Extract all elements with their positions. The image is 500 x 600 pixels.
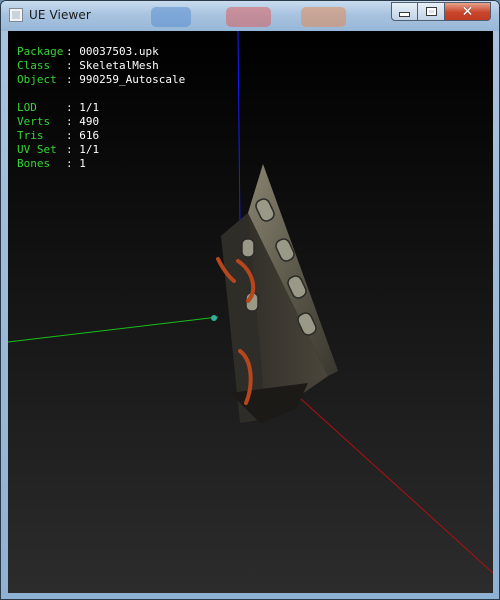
mesh-model	[211, 164, 338, 423]
info-row: Package: 00037503.upk	[17, 45, 185, 59]
info-value: 990259_Autoscale	[79, 73, 186, 86]
info-row: Tris: 616	[17, 129, 185, 143]
mesh-info-panel: Package: 00037503.upk Class: SkeletalMesh…	[17, 45, 185, 171]
maximize-icon	[426, 8, 436, 15]
close-icon: ✕	[461, 3, 474, 20]
background-window-blur	[226, 7, 271, 27]
maximize-button[interactable]	[418, 2, 445, 21]
info-separator: :	[66, 59, 73, 72]
info-separator: :	[66, 129, 73, 142]
window-title: UE Viewer	[29, 8, 91, 22]
info-label: Bones	[17, 157, 51, 170]
info-value: 1/1	[79, 101, 100, 114]
info-label: Object	[17, 73, 57, 86]
info-row: Bones: 1	[17, 157, 185, 171]
info-label: UV Set	[17, 143, 57, 156]
info-separator: :	[66, 157, 73, 170]
info-row: Object: 990259_Autoscale	[17, 73, 185, 87]
info-row: LOD: 1/1	[17, 101, 185, 115]
info-value: 00037503.upk	[79, 45, 159, 58]
info-label: Class	[17, 59, 51, 72]
background-window-blur	[151, 7, 191, 27]
axis-y-line	[8, 316, 219, 343]
info-label: Verts	[17, 115, 51, 128]
info-label: Tris	[17, 129, 44, 142]
app-window: UE Viewer ✕ Package: 00037503.upk Class…	[0, 0, 500, 600]
info-separator: :	[66, 143, 73, 156]
info-value: 616	[79, 129, 100, 142]
info-separator: :	[66, 115, 73, 128]
3d-viewport[interactable]: Package: 00037503.upk Class: SkeletalMesh…	[8, 31, 493, 593]
info-row: Class: SkeletalMesh	[17, 59, 185, 73]
axis-z-line	[237, 31, 241, 232]
info-label: Package	[17, 45, 64, 58]
axis-x-line	[289, 388, 493, 574]
app-icon[interactable]	[9, 8, 23, 22]
info-row: Verts: 490	[17, 115, 185, 129]
close-button[interactable]: ✕	[445, 2, 491, 21]
info-value: 490	[79, 115, 100, 128]
minimize-button[interactable]	[391, 2, 418, 21]
info-separator: :	[66, 73, 73, 86]
minimize-icon	[399, 12, 410, 17]
info-label: LOD	[17, 101, 37, 114]
info-separator: :	[66, 101, 73, 114]
info-row: UV Set: 1/1	[17, 143, 185, 157]
info-separator: :	[66, 45, 73, 58]
background-window-blur	[301, 7, 346, 27]
title-bar[interactable]: UE Viewer ✕	[1, 1, 499, 31]
info-value: 1	[79, 157, 86, 170]
info-value: SkeletalMesh	[79, 59, 159, 72]
info-value: 1/1	[79, 143, 100, 156]
